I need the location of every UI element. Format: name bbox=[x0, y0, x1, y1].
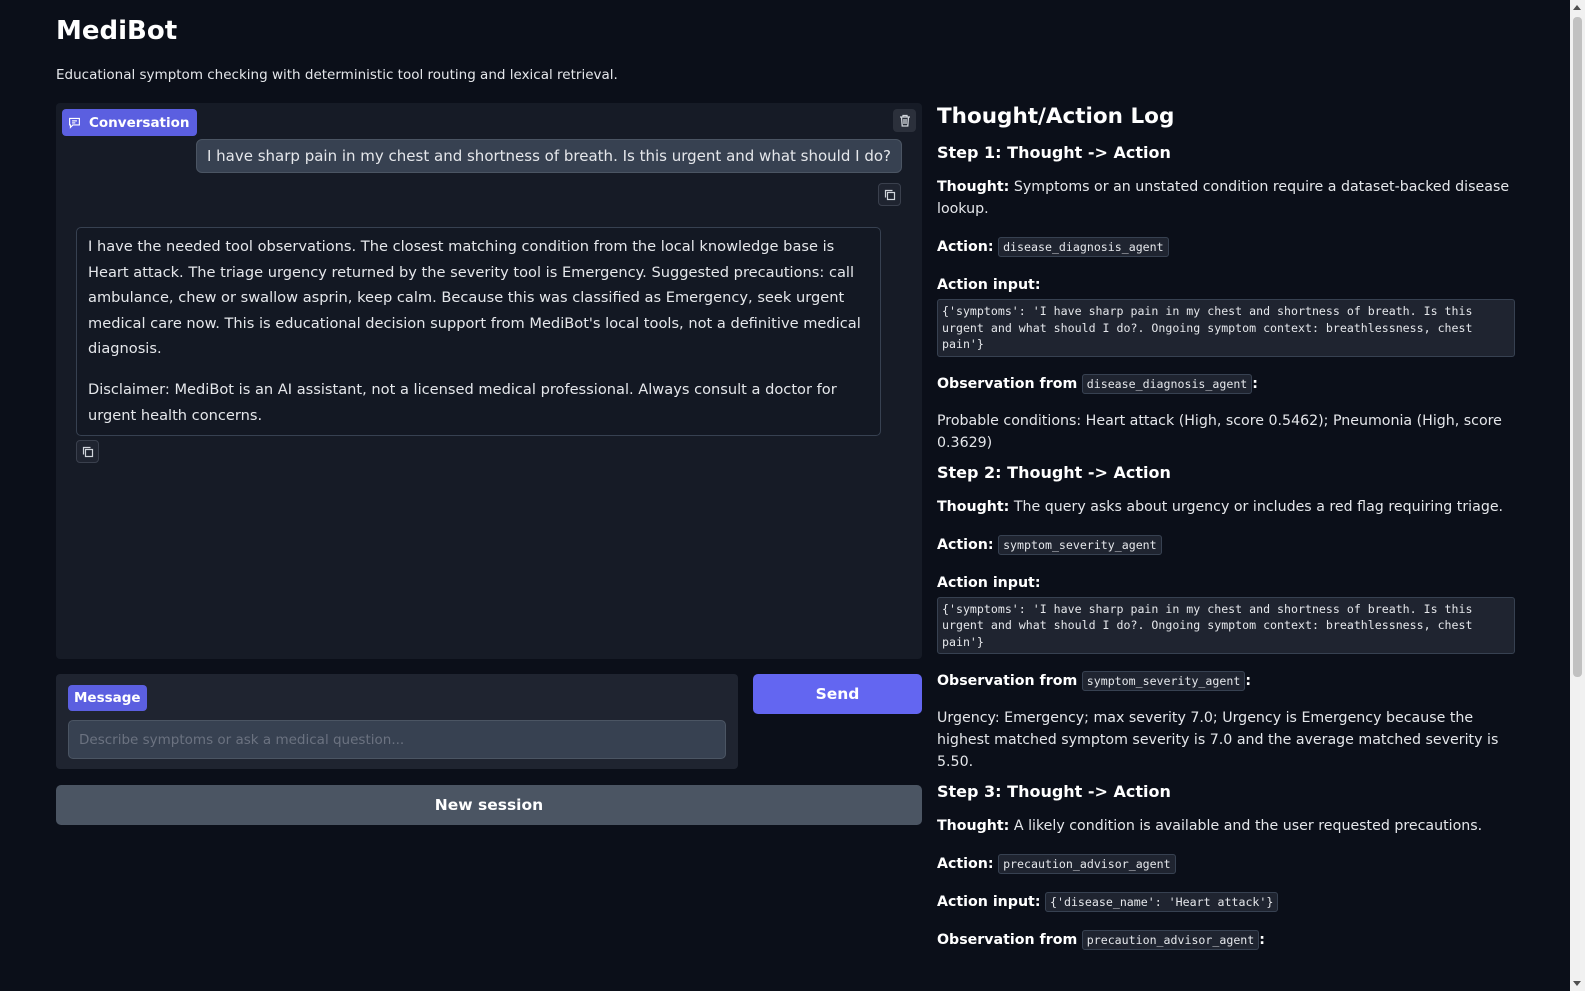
action-label: Action: bbox=[937, 239, 994, 255]
thought-label: Thought: bbox=[937, 818, 1010, 834]
conversation-label-text: Conversation bbox=[89, 114, 190, 131]
clear-chat-button[interactable] bbox=[893, 109, 916, 132]
copy-bot-message-button[interactable] bbox=[76, 440, 99, 463]
message-label: Message bbox=[68, 685, 147, 711]
copy-icon bbox=[82, 446, 93, 457]
conversation-label: Conversation bbox=[62, 109, 197, 136]
action-input-code: {'disease_name': 'Heart attack'} bbox=[1045, 892, 1279, 912]
chat-bubble-icon bbox=[69, 117, 80, 129]
send-button[interactable]: Send bbox=[753, 674, 922, 714]
bot-message: I have the needed tool observations. The… bbox=[76, 227, 881, 437]
scroll-up-icon[interactable] bbox=[1573, 5, 1581, 10]
thought-label: Thought: bbox=[937, 179, 1010, 195]
step-thought: Thought: The query asks about urgency or… bbox=[937, 496, 1515, 518]
step-action: Action: precaution_advisor_agent bbox=[937, 853, 1515, 875]
step-heading: Step 1: Thought -> Action bbox=[937, 143, 1171, 162]
action-label: Action: bbox=[937, 536, 994, 553]
observation-text: Urgency: Emergency; max severity 7.0; Ur… bbox=[937, 710, 1499, 770]
thought-label: Thought: bbox=[937, 498, 1010, 515]
step-observation-label: Observation from precaution_advisor_agen… bbox=[937, 930, 1265, 950]
step-heading: Step 3: Thought -> Action bbox=[937, 782, 1171, 801]
new-session-button[interactable]: New session bbox=[56, 785, 922, 825]
step-thought: Thought: Symptoms or an unstated conditi… bbox=[937, 176, 1515, 220]
observation-agent: symptom_severity_agent bbox=[1081, 671, 1246, 691]
message-input[interactable] bbox=[68, 720, 726, 759]
step-action: Action: disease_diagnosis_agent bbox=[937, 236, 1515, 258]
thought-text: A likely condition is available and the … bbox=[1013, 818, 1483, 834]
app-title: MediBot bbox=[56, 16, 178, 46]
app-subtitle: Educational symptom checking with determ… bbox=[56, 67, 618, 83]
user-message: I have sharp pain in my chest and shortn… bbox=[195, 139, 902, 173]
observation-label: Observation from bbox=[937, 375, 1078, 392]
step-heading: Step 2: Thought -> Action bbox=[937, 462, 1171, 482]
scroll-down-icon[interactable] bbox=[1573, 981, 1581, 986]
step-observation-label: Observation from disease_diagnosis_agent… bbox=[937, 373, 1258, 394]
chat-panel: Conversation I have sharp pain in my che… bbox=[56, 103, 922, 659]
step-thought: Thought: A likely condition is available… bbox=[937, 815, 1515, 837]
observation-text: Probable conditions: Heart attack (High,… bbox=[937, 412, 1502, 451]
trash-icon bbox=[899, 114, 910, 127]
action-label: Action: bbox=[937, 856, 994, 872]
action-input-code: {'symptoms': 'I have sharp pain in my ch… bbox=[937, 596, 1515, 654]
copy-icon bbox=[884, 189, 895, 200]
action-input-label: Action input: bbox=[937, 894, 1041, 910]
observation-label: Observation from bbox=[937, 932, 1078, 948]
observation-label: Observation from bbox=[937, 673, 1078, 689]
action-name: disease_diagnosis_agent bbox=[998, 237, 1169, 257]
observation-agent: disease_diagnosis_agent bbox=[1081, 373, 1253, 394]
action-name: symptom_severity_agent bbox=[998, 534, 1162, 555]
observation-agent: precaution_advisor_agent bbox=[1081, 930, 1260, 950]
step-action: Action: symptom_severity_agent bbox=[937, 534, 1515, 556]
action-input-code: {'symptoms': 'I have sharp pain in my ch… bbox=[937, 299, 1515, 357]
copy-user-message-button[interactable] bbox=[878, 183, 901, 206]
thought-text: The query asks about urgency or includes… bbox=[1013, 498, 1504, 515]
log-title: Thought/Action Log bbox=[937, 104, 1175, 129]
action-input-label: Action input: bbox=[937, 574, 1041, 591]
scrollbar-thumb[interactable] bbox=[1573, 17, 1582, 677]
step-action-input: Action input: {'disease_name': 'Heart at… bbox=[937, 891, 1515, 913]
bot-disclaimer: Disclaimer: MediBot is an AI assistant, … bbox=[88, 380, 837, 424]
message-composer: Message bbox=[56, 674, 738, 769]
step-observation-label: Observation from symptom_severity_agent: bbox=[937, 671, 1251, 691]
action-input-label: Action input: bbox=[937, 277, 1041, 293]
thought-text: Symptoms or an unstated condition requir… bbox=[937, 179, 1510, 217]
thought-action-log: Thought/Action Log Step 1: Thought -> Ac… bbox=[937, 99, 1515, 951]
bot-message-paragraph: I have the needed tool observations. The… bbox=[88, 238, 861, 358]
action-name: precaution_advisor_agent bbox=[998, 854, 1176, 874]
page-scrollbar[interactable] bbox=[1570, 0, 1585, 991]
